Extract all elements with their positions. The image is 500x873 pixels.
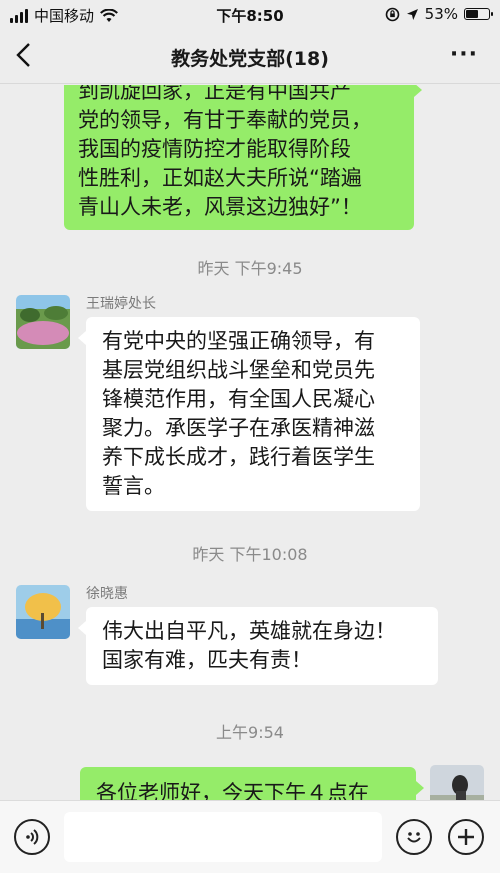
message-line: 锋模范作用，有全国人民凝心 [102,387,375,411]
sender-name: 徐晓惠 [86,586,128,602]
message-line: 国家有难，匹夫有责！ [102,648,312,672]
sender-name: 王瑞婷处长 [86,296,156,312]
avatar[interactable] [16,295,70,349]
chat-title: 教务处党支部(18) [171,48,329,70]
message-line: 到凯旋回家，正是有中国共产 [78,85,351,103]
avatar[interactable] [16,585,70,639]
timestamp: 昨天 下午9:45 [197,259,303,278]
location-icon [406,8,418,20]
message-input[interactable] [64,812,382,862]
message-list[interactable]: 到凯旋回家，正是有中国共产 党的领导，有甘于奉献的党员， 我国的疫情防控才能取得… [0,85,500,800]
battery-percent: 53% [424,5,458,23]
message-line: 聚力。承医学子在承医精神滋 [102,416,375,440]
message-line: 基层党组织战斗堡垒和党员先 [102,358,375,382]
chevron-left-icon[interactable] [14,40,46,72]
status-bar: 中国移动 下午8:50 53% [0,0,500,30]
status-right: 53% [385,5,493,23]
battery-icon [464,8,493,20]
message-line: 性胜利，正如赵大夫所说“踏遍 [78,166,362,190]
message-line: 各位老师好，今天下午４点在 [96,781,369,800]
message-line: 养下成长成才，践行着医学生 [102,445,375,469]
timestamp: 昨天 下午10:08 [192,545,308,564]
message-bubble-incoming[interactable]: 有党中央的坚强正确领导，有 基层党组织战斗堡垒和党员先 锋模范作用，有全国人民凝… [78,317,420,511]
battery-fill [466,10,478,18]
voice-icon[interactable] [14,819,50,855]
timestamp: 上午9:54 [216,723,284,742]
message-line: 青山人未老，风景这边独好”！ [78,195,362,219]
message-line: 有党中央的坚强正确领导，有 [102,329,375,353]
avatar[interactable] [430,765,484,800]
message-line: 誓言。 [102,474,165,498]
message-line: 党的领导，有甘于奉献的党员， [78,108,372,132]
chat-header: 教务处党支部(18) ··· [0,30,500,84]
lock-rotation-icon [385,7,399,21]
message-line: 伟大出自平凡，英雄就在身边！ [102,619,396,643]
message-bubble-incoming[interactable]: 伟大出自平凡，英雄就在身边！ 国家有难，匹夫有责！ [78,607,438,685]
emoji-icon[interactable] [396,819,432,855]
message-bubble-outgoing[interactable]: 到凯旋回家，正是有中国共产 党的领导，有甘于奉献的党员， 我国的疫情防控才能取得… [64,85,422,230]
input-bar [0,800,500,873]
more-options-button[interactable]: ··· [450,42,478,67]
message-bubble-outgoing[interactable]: 各位老师好，今天下午４点在 [80,767,424,800]
plus-icon[interactable] [448,819,484,855]
message-line: 我国的疫情防控才能取得阶段 [78,137,351,161]
